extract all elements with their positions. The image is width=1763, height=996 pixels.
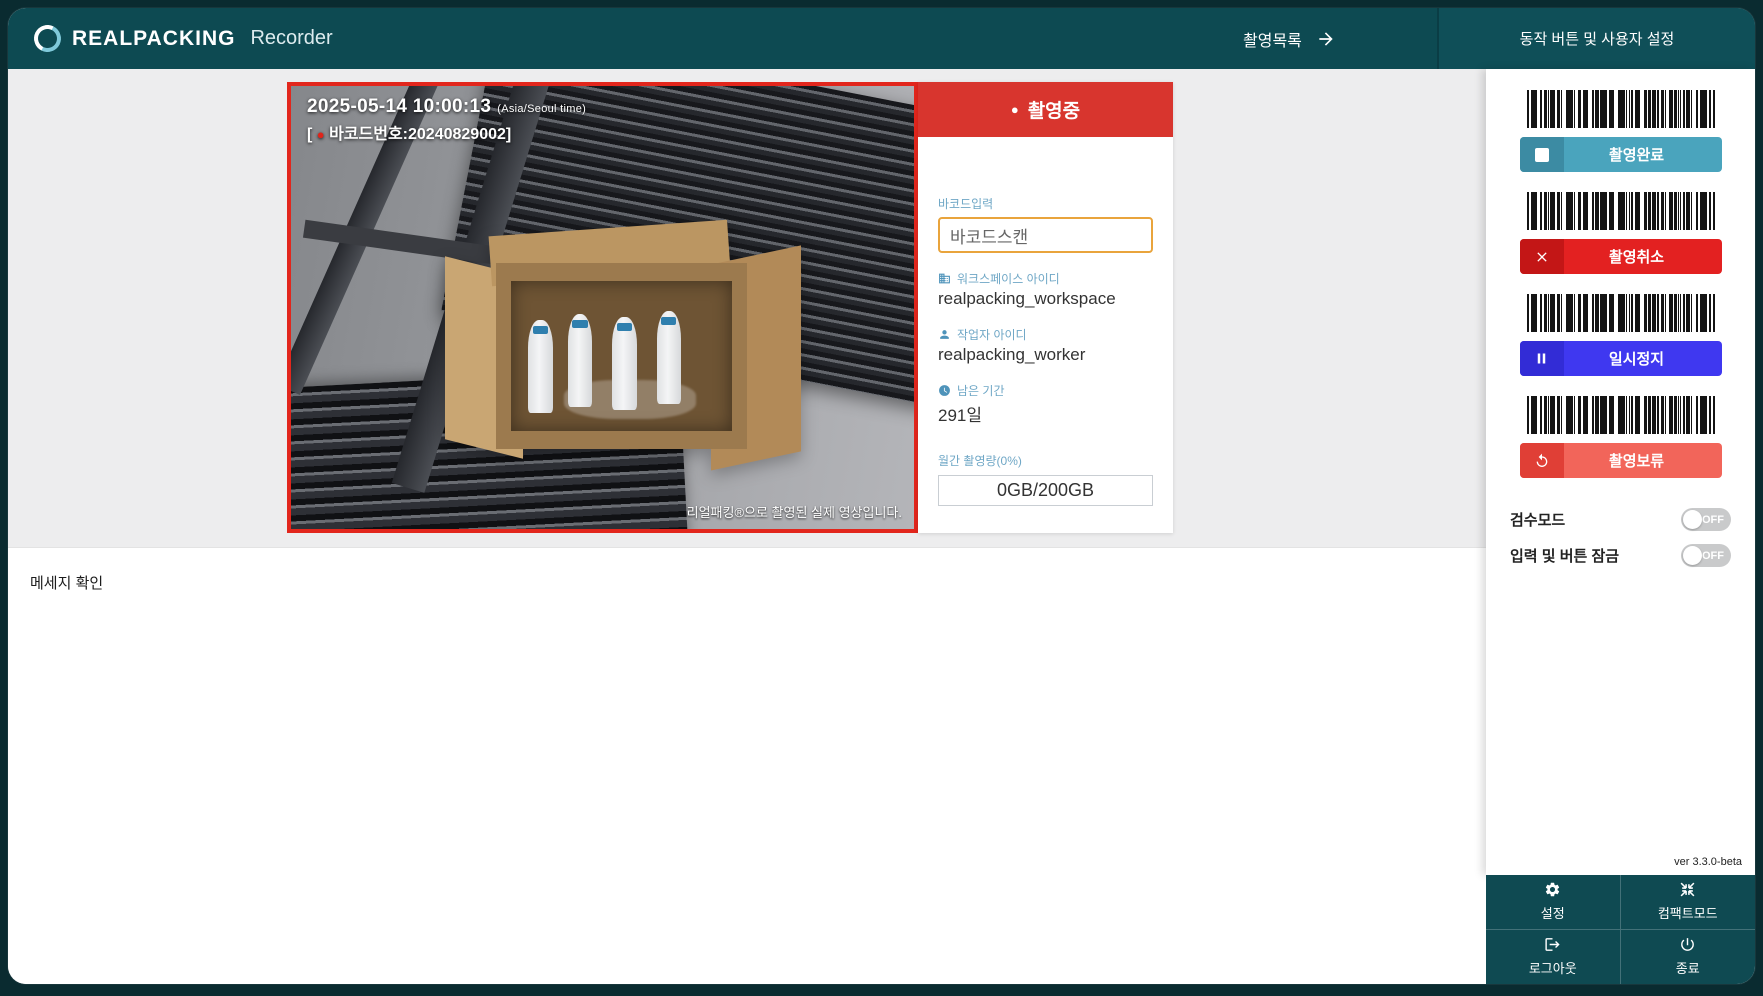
- barcode-image-cancel: [1527, 192, 1715, 230]
- worker-id-label: 작업자 아이디: [957, 326, 1027, 343]
- video-overlay-top: 2025-05-14 10:00:13 (Asia/Seoul time) [ ●…: [307, 96, 586, 144]
- worker-id-label-row: 작업자 아이디: [938, 326, 1153, 343]
- capture-list-link[interactable]: 촬영목록: [1243, 8, 1336, 69]
- logout-button[interactable]: 로그아웃: [1486, 930, 1621, 985]
- box-body: [496, 263, 747, 450]
- recording-banner: ● 촬영중: [918, 82, 1173, 137]
- bottle: [657, 311, 681, 404]
- capture-hold-button[interactable]: 촬영보류: [1520, 443, 1722, 478]
- bottle: [612, 317, 636, 410]
- inspection-mode-toggle[interactable]: OFF: [1681, 508, 1731, 531]
- stop-icon: [1520, 137, 1564, 172]
- capture-complete-button[interactable]: 촬영완료: [1520, 137, 1722, 172]
- settings-button[interactable]: 설정: [1486, 875, 1621, 930]
- record-dot-icon: ●: [317, 127, 325, 142]
- clock-icon: [938, 384, 951, 397]
- box-interior: [511, 281, 732, 430]
- input-lock-toggle[interactable]: OFF: [1681, 544, 1731, 567]
- barcode-bracket: [: [307, 126, 317, 143]
- timestamp-text: 2025-05-14 10:00:13: [307, 96, 491, 117]
- settings-label: 설정: [1541, 903, 1565, 922]
- capture-list-label: 촬영목록: [1243, 27, 1302, 51]
- toggle-state: OFF: [1702, 550, 1724, 562]
- x-icon: [1520, 239, 1564, 274]
- inspection-mode-row: 검수모드 OFF: [1510, 508, 1731, 531]
- capture-cancel-label: 촬영취소: [1564, 239, 1722, 274]
- app-window: REALPACKING Recorder 촬영목록 동작 버튼 및 사용자 설정: [8, 8, 1755, 984]
- brand: REALPACKING Recorder: [34, 8, 333, 69]
- workspace-id-label: 워크스페이스 아이디: [957, 270, 1060, 287]
- timezone-text: (Asia/Seoul time): [497, 103, 586, 115]
- barcode-input-label: 바코드입력: [938, 195, 1153, 212]
- video-timestamp: 2025-05-14 10:00:13 (Asia/Seoul time): [307, 96, 586, 118]
- workspace-id-value: realpacking_workspace: [938, 289, 1153, 309]
- status-panel-content: 바코드입력 워크스페이스 아이디 realpacking_workspace 작…: [918, 195, 1173, 506]
- barcode-image-complete: [1527, 90, 1715, 128]
- logout-icon: [1544, 936, 1561, 953]
- gear-icon: [1544, 881, 1561, 898]
- main-area: 2025-05-14 10:00:13 (Asia/Seoul time) [ ●…: [8, 69, 1486, 548]
- arrow-right-icon: [1316, 29, 1336, 49]
- toggle-knob: [1683, 510, 1702, 529]
- workspace-id-label-row: 워크스페이스 아이디: [938, 270, 1153, 287]
- toggle-section: 검수모드 OFF 입력 및 버튼 잠금 OFF: [1486, 508, 1755, 567]
- pause-button[interactable]: 일시정지: [1520, 341, 1722, 376]
- remaining-period-label: 남은 기간: [957, 382, 1005, 399]
- cardboard-box: [472, 259, 771, 449]
- system-menu: 설정 컴팩트모드 로그아웃 종료: [1486, 875, 1755, 984]
- exit-label: 종료: [1676, 958, 1700, 977]
- remaining-period-value: 291일: [938, 401, 1153, 426]
- packing-scene: [291, 86, 914, 529]
- message-area: 메세지 확인: [8, 548, 1486, 984]
- input-lock-label: 입력 및 버튼 잠금: [1510, 545, 1619, 566]
- product-name: Recorder: [250, 27, 332, 50]
- barcode-input[interactable]: [938, 217, 1153, 253]
- power-icon: [1679, 936, 1696, 953]
- realpacking-logo-icon: [30, 21, 64, 55]
- compress-icon: [1679, 881, 1696, 898]
- version-label: ver 3.3.0-beta: [1674, 856, 1742, 868]
- building-icon: [938, 272, 951, 285]
- input-lock-row: 입력 및 버튼 잠금 OFF: [1510, 544, 1731, 567]
- compact-mode-label: 컴팩트모드: [1658, 903, 1718, 922]
- worker-id-value: realpacking_worker: [938, 345, 1153, 365]
- recording-dot-icon: ●: [1011, 102, 1019, 117]
- settings-panel-title: 동작 버튼 및 사용자 설정: [1437, 8, 1755, 69]
- brand-name: REALPACKING: [72, 27, 235, 51]
- toggle-knob: [1683, 546, 1702, 565]
- capture-cancel-button[interactable]: 촬영취소: [1520, 239, 1722, 274]
- barcode-image-pause: [1527, 294, 1715, 332]
- bottle: [568, 314, 592, 407]
- barcode-number-text: 바코드번호:20240829002]: [325, 126, 512, 143]
- message-check-text: 메세지 확인: [30, 572, 103, 593]
- camera-feed: 2025-05-14 10:00:13 (Asia/Seoul time) [ ●…: [287, 82, 918, 533]
- monthly-usage-label: 월간 촬영량(0%): [938, 452, 1153, 469]
- status-panel: ● 촬영중 바코드입력 워크스페이스 아이디 realpacking_works…: [918, 82, 1173, 533]
- video-watermark: 리얼패킹®으로 촬영된 실제 영상입니다.: [687, 502, 902, 521]
- inspection-mode-label: 검수모드: [1510, 509, 1565, 530]
- action-sidebar: 촬영완료 촬영취소 일시정지 촬영보류 검수모드: [1486, 69, 1755, 875]
- replay-icon: [1520, 443, 1564, 478]
- pause-icon: [1520, 341, 1564, 376]
- pause-label: 일시정지: [1564, 341, 1722, 376]
- logout-label: 로그아웃: [1529, 958, 1577, 977]
- capture-complete-label: 촬영완료: [1564, 137, 1722, 172]
- compact-mode-button[interactable]: 컴팩트모드: [1621, 875, 1756, 930]
- barcode-image-hold: [1527, 396, 1715, 434]
- monthly-usage-value: 0GB/200GB: [938, 475, 1153, 506]
- toggle-state: OFF: [1702, 514, 1724, 526]
- capture-hold-label: 촬영보류: [1564, 443, 1722, 478]
- recording-label: 촬영중: [1028, 96, 1080, 123]
- person-icon: [938, 328, 951, 341]
- bottle: [528, 320, 552, 413]
- remaining-period-label-row: 남은 기간: [938, 382, 1153, 399]
- video-barcode-line: [ ● 바코드번호:20240829002]: [307, 120, 586, 144]
- exit-button[interactable]: 종료: [1621, 930, 1756, 985]
- app-header: REALPACKING Recorder 촬영목록 동작 버튼 및 사용자 설정: [8, 8, 1755, 69]
